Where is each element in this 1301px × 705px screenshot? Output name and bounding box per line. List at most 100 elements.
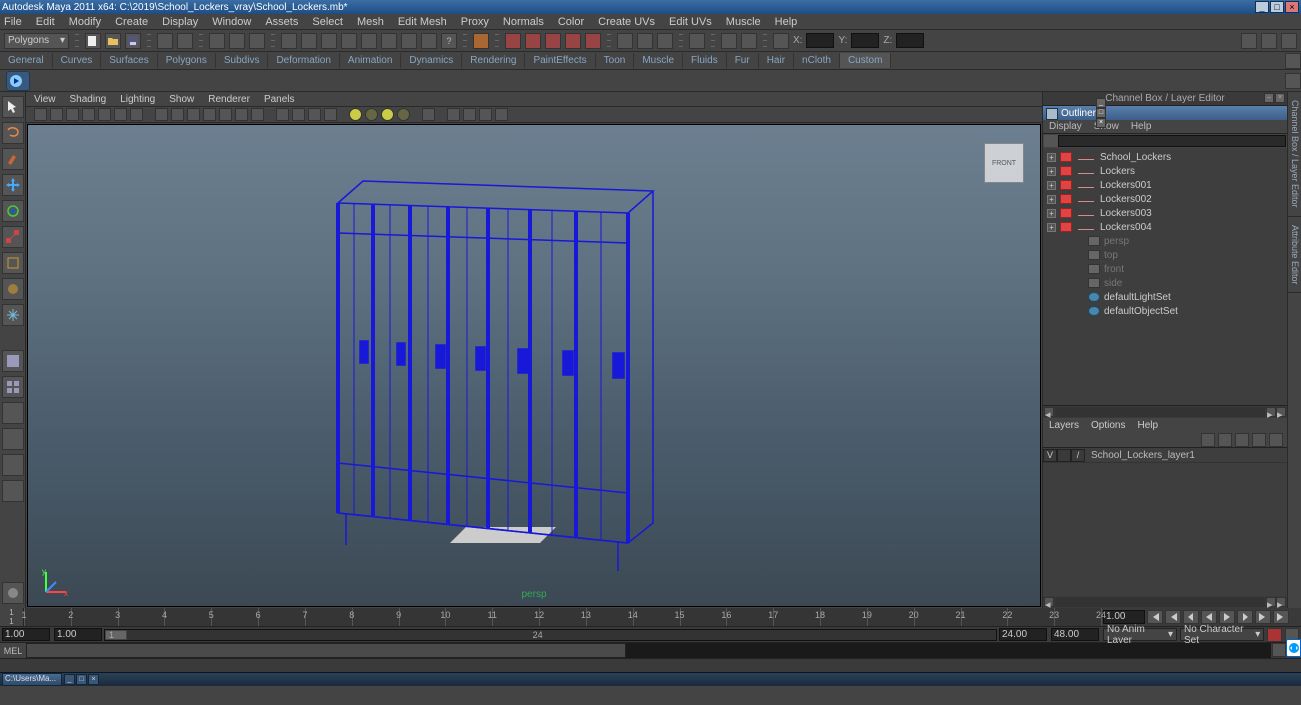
vp-icon-21[interactable] xyxy=(463,108,476,121)
script-editor-icon[interactable] xyxy=(1272,643,1286,657)
hypershade-icon[interactable] xyxy=(721,33,737,49)
snap-grid-icon[interactable] xyxy=(281,33,297,49)
outliner-menu-display[interactable]: Display xyxy=(1049,121,1082,132)
vp-light-icon-1[interactable] xyxy=(349,108,362,121)
undo-icon[interactable] xyxy=(157,33,173,49)
range-track[interactable]: 1 24 xyxy=(104,629,997,641)
vp-icon-8[interactable] xyxy=(155,108,168,121)
vp-icon-18[interactable] xyxy=(324,108,337,121)
range-start2-field[interactable]: 1.00 xyxy=(54,628,102,641)
scroll-right-icon[interactable]: ▸ xyxy=(1266,407,1276,417)
teamviewer-tab-icon[interactable] xyxy=(1286,639,1301,657)
play-back-icon[interactable] xyxy=(1201,610,1217,624)
panel-close-icon[interactable]: × xyxy=(1275,93,1285,103)
menu-proxy[interactable]: Proxy xyxy=(461,16,489,28)
outliner-node[interactable]: defaultLightSet xyxy=(1043,290,1287,304)
scale-tool-icon[interactable] xyxy=(2,226,24,248)
vp-light-icon-2[interactable] xyxy=(365,108,378,121)
vp-icon-7[interactable] xyxy=(130,108,143,121)
outliner-node[interactable]: defaultObjectSet xyxy=(1043,304,1287,318)
outliner-menu-help[interactable]: Help xyxy=(1131,121,1152,132)
menu-assets[interactable]: Assets xyxy=(265,16,298,28)
expand-icon[interactable]: + xyxy=(1047,167,1056,176)
outliner-hscroll[interactable]: ◂▸▸ xyxy=(1043,406,1287,418)
expand-icon[interactable]: + xyxy=(1047,223,1056,232)
taskbar-max-icon[interactable]: □ xyxy=(76,674,87,685)
time-slider[interactable]: 11 1234567891011121314151617181920212223… xyxy=(0,608,1301,626)
taskbar-close-icon[interactable]: × xyxy=(88,674,99,685)
render-view-icon[interactable] xyxy=(565,33,581,49)
layers-scroll-right2-icon[interactable]: ▸ xyxy=(1276,597,1286,607)
outliner-node[interactable]: front xyxy=(1043,262,1287,276)
snap-plane-icon[interactable] xyxy=(341,33,357,49)
layout-persp-outliner-icon[interactable] xyxy=(2,402,24,424)
z-field[interactable] xyxy=(896,33,924,48)
vp-icon-1[interactable] xyxy=(34,108,47,121)
step-fwd-key-icon[interactable] xyxy=(1255,610,1271,624)
snap-live-icon[interactable] xyxy=(361,33,377,49)
outliner-node[interactable]: +Lockers003 xyxy=(1043,206,1287,220)
viewport-3d[interactable]: FRONT y x persp xyxy=(27,124,1041,607)
char-set-dropdown[interactable]: No Character Set▾ xyxy=(1180,628,1264,641)
menu-edit-mesh[interactable]: Edit Mesh xyxy=(398,16,447,28)
move-tool-icon[interactable] xyxy=(2,174,24,196)
vp-icon-11[interactable] xyxy=(203,108,216,121)
shelf-dynamics[interactable]: Dynamics xyxy=(401,53,462,68)
current-time-field[interactable]: 1.00 xyxy=(1103,610,1145,624)
menu-mesh[interactable]: Mesh xyxy=(357,16,384,28)
range-start-field[interactable]: 1.00 xyxy=(2,628,50,641)
soft-mod-tool-icon[interactable] xyxy=(2,278,24,300)
redo-icon[interactable] xyxy=(177,33,193,49)
step-back-key-icon[interactable] xyxy=(1165,610,1181,624)
render-settings-icon[interactable] xyxy=(545,33,561,49)
outliner-search-input[interactable] xyxy=(1058,135,1286,147)
menu-file[interactable]: File xyxy=(4,16,22,28)
four-view-icon[interactable] xyxy=(2,376,24,398)
single-view-icon[interactable] xyxy=(2,350,24,372)
layers-menu-options[interactable]: Options xyxy=(1091,420,1125,431)
vp-icon-16[interactable] xyxy=(292,108,305,121)
outliner-node[interactable]: persp xyxy=(1043,234,1287,248)
expand-icon[interactable]: + xyxy=(1047,153,1056,162)
menu-muscle[interactable]: Muscle xyxy=(726,16,761,28)
shelf-deformation[interactable]: Deformation xyxy=(268,53,339,68)
maximize-button[interactable]: □ xyxy=(1270,1,1284,13)
shelf-fluids[interactable]: Fluids xyxy=(683,53,727,68)
layout-hypershade-icon[interactable] xyxy=(2,454,24,476)
shelf-rendering[interactable]: Rendering xyxy=(462,53,525,68)
select-by-component-icon[interactable] xyxy=(249,33,265,49)
outliner-node[interactable]: +Lockers002 xyxy=(1043,192,1287,206)
vp-icon-23[interactable] xyxy=(495,108,508,121)
scroll-right2-icon[interactable]: ▸ xyxy=(1276,407,1286,417)
layout-persp-graph-icon[interactable] xyxy=(2,428,24,450)
y-field[interactable] xyxy=(851,33,879,48)
shelf-toon[interactable]: Toon xyxy=(596,53,635,68)
select-by-hierarchy-icon[interactable] xyxy=(209,33,225,49)
vp-icon-22[interactable] xyxy=(479,108,492,121)
rotate-tool-icon[interactable] xyxy=(2,200,24,222)
construction-history-icon[interactable] xyxy=(617,33,633,49)
menu-create[interactable]: Create xyxy=(115,16,148,28)
select-tool-icon[interactable] xyxy=(2,96,24,118)
outliner-close-icon[interactable]: × xyxy=(1096,118,1106,128)
save-scene-icon[interactable] xyxy=(125,33,141,49)
outliner-node[interactable]: +School_Lockers xyxy=(1043,150,1287,164)
menu-color[interactable]: Color xyxy=(558,16,584,28)
range-end-field[interactable]: 24.00 xyxy=(999,628,1047,641)
vp-icon-12[interactable] xyxy=(219,108,232,121)
vp-icon-4[interactable] xyxy=(82,108,95,121)
menu-display[interactable]: Display xyxy=(162,16,198,28)
layers-hscroll[interactable]: ◂▸▸ xyxy=(1043,596,1287,608)
shelf-general[interactable]: General xyxy=(0,53,53,68)
layer-list[interactable]: V/School_Lockers_layer1 xyxy=(1043,448,1287,596)
shelf-custom[interactable]: Custom xyxy=(840,53,891,68)
outliner-node[interactable]: +Lockers001 xyxy=(1043,178,1287,192)
layer-new-icon[interactable] xyxy=(1269,433,1283,447)
last-tool-icon[interactable] xyxy=(2,582,24,604)
shelf-edit-icon[interactable] xyxy=(1285,73,1301,89)
view-menu-view[interactable]: View xyxy=(34,94,56,105)
vp-light-icon-4[interactable] xyxy=(397,108,410,121)
vp-icon-14[interactable] xyxy=(251,108,264,121)
menu-help[interactable]: Help xyxy=(775,16,798,28)
shelf-surfaces[interactable]: Surfaces xyxy=(101,53,157,68)
